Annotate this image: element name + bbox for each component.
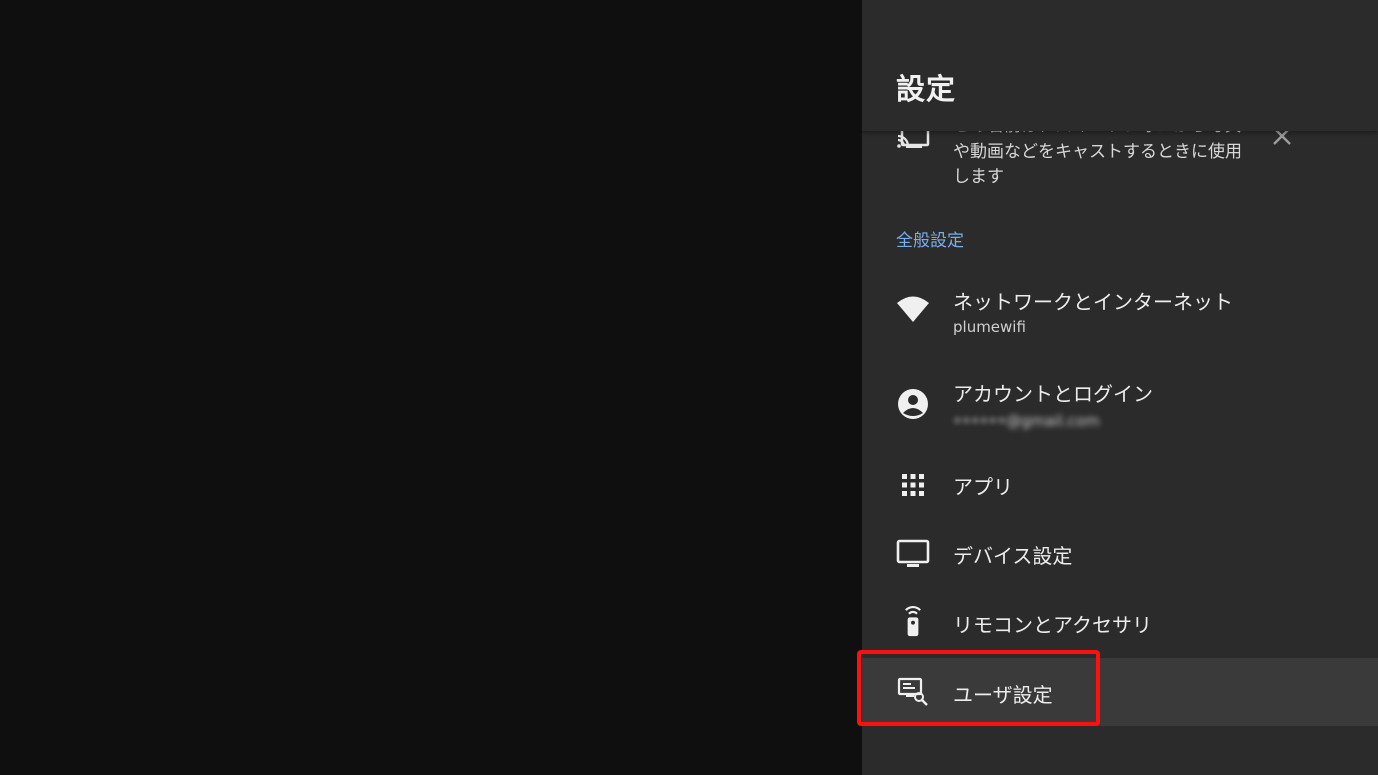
menu-item-remote[interactable]: リモコンとアクセサリ [862,593,1378,653]
menu-item-label: アカウントとログイン [953,382,1153,406]
menu-item-device[interactable]: デバイス設定 [862,524,1378,584]
preferences-icon [897,677,928,706]
tv-icon [896,539,930,567]
menu-item-account[interactable]: アカウントとログイン ••••••@gmail.com [862,368,1378,448]
remote-icon [905,606,921,637]
page-title: 設定 [896,72,957,106]
panel-header: 設定 [862,0,1378,131]
menu-item-label: ネットワークとインターネット [953,290,1233,314]
menu-item-subtitle: plumewifi [953,318,1026,336]
menu-item-network[interactable]: ネットワークとインターネット plumewifi [862,276,1378,356]
apps-grid-icon [902,474,924,496]
background-area [0,0,862,775]
account-circle-icon [898,389,928,419]
menu-item-preferences[interactable]: ユーザ設定 [862,658,1378,726]
menu-item-label: リモコンとアクセサリ [953,613,1152,637]
menu-item-label: ユーザ設定 [953,683,1053,707]
account-email: ••••••@gmail.com [953,412,1100,430]
section-general-settings: 全般設定 [896,231,964,251]
menu-item-label: デバイス設定 [953,544,1073,568]
wifi-icon [897,296,929,322]
settings-panel: 設定 この名前は、スマートフォンから写真や動画などをキャストするときに使用します… [862,0,1378,775]
menu-item-label: アプリ [953,475,1013,499]
menu-item-apps[interactable]: アプリ [862,455,1378,515]
